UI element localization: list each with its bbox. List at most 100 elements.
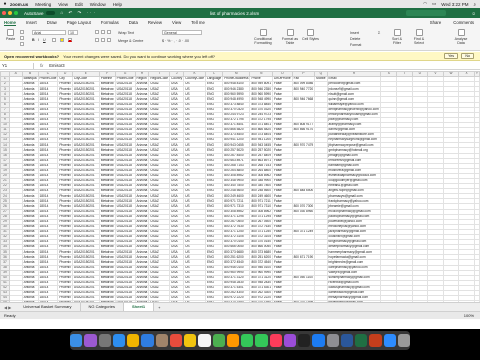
apple-icon[interactable]: ● bbox=[0, 1, 10, 7]
formula-input[interactable]: Emisor3 bbox=[49, 63, 64, 68]
dock-app-icon[interactable] bbox=[369, 334, 382, 347]
cell[interactable]: 800 970 7479 bbox=[291, 142, 316, 149]
cell[interactable]: Metalrow bbox=[98, 279, 116, 286]
menu-edit[interactable]: Edit bbox=[75, 2, 83, 7]
quick-access-toolbar[interactable]: ⌂ ↶ ↷ ··· bbox=[61, 10, 98, 16]
dock-app-icon[interactable] bbox=[184, 334, 197, 347]
cell[interactable]: Arizona bbox=[134, 152, 150, 159]
cell[interactable]: Phoenix bbox=[57, 259, 73, 266]
cell[interactable]: PhoneCode bbox=[114, 76, 136, 83]
cell[interactable]: Arizona bbox=[134, 213, 150, 220]
cell[interactable]: Phoenix bbox=[57, 167, 73, 174]
cell[interactable]: Phoenix bbox=[57, 198, 73, 205]
dock-app-icon[interactable] bbox=[112, 334, 125, 347]
cell[interactable]: 800 244 9723 bbox=[249, 111, 273, 118]
cell[interactable]: 800 671 7190 bbox=[291, 254, 316, 261]
cell[interactable]: Metalrow bbox=[98, 254, 116, 261]
cell[interactable]: CountryCode bbox=[183, 76, 207, 83]
cell[interactable]: Metalrow bbox=[98, 172, 116, 179]
cell[interactable]: Metalrow bbox=[98, 157, 116, 164]
cell[interactable]: 800 866 5820 bbox=[249, 127, 273, 134]
menu-meeting[interactable]: Meeting bbox=[35, 2, 51, 7]
format-painter-icon[interactable] bbox=[20, 42, 24, 46]
cell[interactable]: Phoenix bbox=[57, 239, 73, 246]
cell[interactable]: Arizona bbox=[134, 274, 150, 281]
cell[interactable]: Arizona bbox=[134, 81, 150, 88]
cell[interactable]: Phoenix bbox=[57, 233, 73, 241]
cell[interactable]: Arizona bbox=[134, 279, 150, 286]
cell[interactable]: 800 308 8962 bbox=[249, 172, 273, 179]
cell[interactable]: Arizona bbox=[134, 284, 150, 292]
cell[interactable]: 800 372 4540 bbox=[249, 259, 273, 266]
cell[interactable]: Language bbox=[205, 76, 224, 83]
cell[interactable]: Metalrow bbox=[98, 86, 116, 93]
cell[interactable]: Arizona bbox=[134, 254, 150, 261]
cell[interactable]: Phoenix bbox=[57, 81, 73, 88]
cell[interactable]: Phoenix bbox=[57, 284, 73, 292]
cell[interactable]: Arizona bbox=[134, 295, 150, 302]
cell[interactable]: RegionCode bbox=[148, 76, 171, 83]
cell[interactable]: esmeraldapharmacy@icloud.com bbox=[326, 172, 382, 179]
cell[interactable]: Phoenix bbox=[57, 183, 73, 190]
dock-app-icon[interactable] bbox=[198, 334, 211, 347]
cell[interactable]: Metalrow bbox=[98, 208, 116, 215]
copy-icon[interactable] bbox=[20, 36, 24, 40]
cell[interactable]: dentpharmacyphoenix@yahoo.com bbox=[326, 106, 382, 113]
cell[interactable]: Metalrow bbox=[98, 203, 116, 210]
dock-app-icon[interactable] bbox=[255, 334, 268, 347]
cell[interactable]: 800 030 8960 bbox=[291, 208, 316, 215]
cell[interactable]: PhoneCode bbox=[37, 76, 59, 83]
tab-page-layout[interactable]: Page Layout bbox=[67, 20, 91, 25]
cell[interactable]: Metalrow bbox=[98, 91, 116, 98]
cell[interactable]: Phoenix bbox=[57, 223, 73, 230]
sheet-nav-arrows[interactable]: ◀ ▶ bbox=[4, 305, 11, 310]
cell[interactable]: Metalrow bbox=[98, 259, 116, 266]
cell[interactable]: 800 050 1100 bbox=[291, 274, 316, 281]
cell[interactable]: 800 372 3105 bbox=[249, 233, 273, 241]
cell[interactable]: jtbpharmacyrepose@gmail.com bbox=[326, 142, 382, 149]
cell[interactable]: Phoenix bbox=[57, 157, 73, 164]
cell[interactable]: Metalrow bbox=[98, 121, 116, 129]
sort-filter-button[interactable]: Sort & Filter bbox=[388, 29, 406, 45]
dock-app-icon[interactable] bbox=[98, 334, 111, 347]
comments-button[interactable]: Comments bbox=[453, 20, 474, 25]
cell[interactable]: Metalrow bbox=[98, 162, 116, 169]
cell[interactable]: Arizona bbox=[134, 116, 150, 123]
cell[interactable]: 800 960 5990 bbox=[249, 91, 273, 98]
name-box[interactable]: Y1 bbox=[0, 62, 34, 69]
cell[interactable]: Arizona bbox=[134, 167, 150, 174]
cell[interactable]: 800 371 5301 bbox=[249, 284, 273, 292]
cell[interactable]: lemonpharmacyhouse@gmail.com bbox=[326, 111, 382, 118]
cell[interactable]: Arizona bbox=[134, 157, 150, 164]
cell[interactable]: Phoenix bbox=[57, 127, 73, 134]
cell[interactable]: Phoenix bbox=[57, 121, 73, 129]
cell[interactable]: Metalrow bbox=[98, 249, 116, 256]
sheet-tab-ng-categories[interactable]: NG Categories bbox=[81, 303, 124, 311]
cell[interactable]: Arizona bbox=[134, 239, 150, 246]
analyse-data-button[interactable]: Analyse Data bbox=[452, 29, 470, 45]
dock-app-icon[interactable] bbox=[355, 334, 368, 347]
cell[interactable]: Phoenix bbox=[57, 295, 73, 302]
cell[interactable]: Arizona bbox=[134, 208, 150, 215]
cell[interactable]: 800 848 6500 bbox=[291, 188, 316, 195]
cell[interactable]: 800 373 6680 bbox=[249, 249, 273, 256]
cell[interactable]: Arizona bbox=[134, 111, 150, 118]
cell[interactable]: Arizona bbox=[134, 233, 150, 241]
tab-draw[interactable]: Draw bbox=[47, 20, 57, 25]
cell[interactable]: Phoenix bbox=[57, 111, 73, 118]
italic-button[interactable]: I bbox=[38, 38, 39, 42]
zoom-level[interactable]: 100% bbox=[464, 313, 474, 318]
cell[interactable]: 800 373 8404 bbox=[249, 132, 273, 139]
cell[interactable]: 800 264 8800 bbox=[249, 167, 273, 174]
cell[interactable]: 800 371 8401 bbox=[249, 121, 273, 129]
cell[interactable]: Phoenix bbox=[57, 203, 73, 210]
cell[interactable]: Phoenix bbox=[57, 106, 73, 113]
cell[interactable]: Phoenix bbox=[57, 177, 73, 185]
cell[interactable]: 800 099 8086 bbox=[291, 81, 316, 88]
dock-app-icon[interactable] bbox=[397, 334, 410, 347]
align-center-icon[interactable] bbox=[101, 38, 105, 42]
cell-table[interactable]: ABCDEFGHIJKLMNOPQRSTUVWXY 1 catsequa Phone… bbox=[0, 71, 480, 302]
cell[interactable]: Metalrow bbox=[98, 290, 116, 297]
font-size-select[interactable]: 10 bbox=[68, 30, 78, 35]
cell[interactable]: Metalrow bbox=[98, 147, 116, 154]
